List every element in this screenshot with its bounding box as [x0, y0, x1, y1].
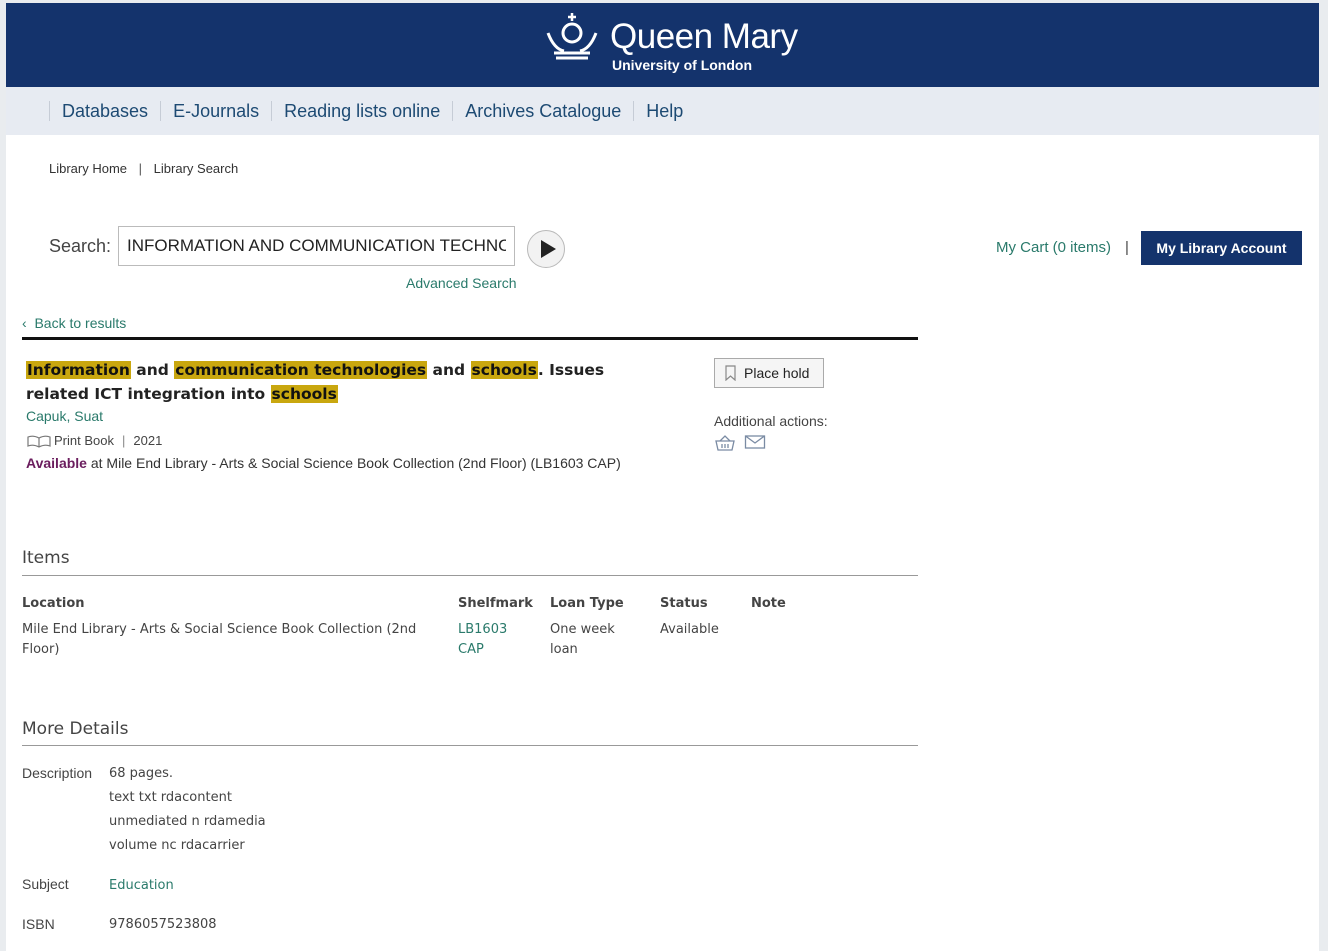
basket-icon[interactable] — [714, 434, 736, 452]
item-location: Mile End Library - Arts & Social Science… — [22, 622, 417, 657]
main-nav: Databases E-Journals Reading lists onlin… — [6, 87, 1319, 135]
search-go-button[interactable] — [527, 230, 565, 268]
search-label: Search: — [49, 236, 112, 256]
items-rule — [22, 575, 918, 576]
email-icon[interactable] — [744, 434, 766, 450]
breadcrumb-library-home[interactable]: Library Home — [49, 161, 127, 176]
column-header-status: Status — [660, 596, 708, 611]
open-book-icon — [27, 435, 51, 448]
title-text: and — [130, 361, 175, 379]
availability-status: Available — [26, 455, 87, 471]
availability-location: at Mile End Library - Arts & Social Scie… — [86, 455, 621, 471]
more-details-rule — [22, 745, 918, 746]
description-line: unmediated n rdamedia — [109, 814, 266, 829]
brand-name[interactable]: Queen Mary — [610, 17, 798, 57]
nav-item-archives-catalogue[interactable]: Archives Catalogue — [452, 101, 633, 121]
column-header-location: Location — [22, 596, 85, 611]
account-separator: | — [1125, 239, 1129, 256]
nav-item-databases[interactable]: Databases — [49, 101, 160, 121]
item-status: Available — [660, 622, 719, 637]
my-cart-link[interactable]: My Cart (0 items) — [996, 239, 1111, 256]
description-line: volume nc rdacarrier — [109, 838, 245, 853]
record-title[interactable]: Information and communication technologi… — [26, 358, 666, 406]
bookmark-icon — [725, 365, 736, 381]
title-highlight: communication technologies — [174, 361, 428, 379]
back-to-results-label: Back to results — [34, 315, 127, 331]
format-separator: | — [121, 433, 126, 448]
description-label: Description — [22, 765, 93, 781]
publication-year: 2021 — [133, 433, 163, 448]
column-header-shelfmark: Shelfmark — [458, 596, 533, 611]
nav-item-e-journals[interactable]: E-Journals — [160, 101, 271, 121]
availability-line: Available at Mile End Library - Arts & S… — [26, 455, 621, 471]
title-text: and — [427, 361, 471, 379]
record-format: Print Book | 2021 — [26, 433, 162, 448]
more-details-heading: More Details — [22, 719, 129, 739]
description-line: text txt rdacontent — [109, 790, 232, 805]
title-highlight: schools — [470, 361, 538, 379]
nav-item-reading-lists[interactable]: Reading lists online — [271, 101, 452, 121]
additional-actions-label: Additional actions: — [714, 413, 828, 429]
place-hold-button[interactable]: Place hold — [714, 358, 824, 388]
nav-item-help[interactable]: Help — [633, 101, 695, 121]
description-line: 68 pages. — [109, 766, 174, 781]
item-shelfmark-link[interactable]: LB1603 CAP — [458, 620, 518, 660]
search-input[interactable] — [118, 226, 515, 266]
crown-logo-icon — [546, 13, 598, 60]
advanced-search-link[interactable]: Advanced Search — [406, 275, 517, 291]
my-library-account-button[interactable]: My Library Account — [1141, 231, 1302, 265]
brand-subtitle: University of London — [612, 57, 752, 73]
item-loan-type: One week loan — [550, 622, 615, 657]
title-highlight: Information — [26, 361, 131, 379]
column-header-note: Note — [751, 596, 786, 611]
page-frame: Queen Mary University of London Database… — [6, 3, 1319, 951]
chevron-left-icon: ‹ — [22, 315, 27, 331]
subject-link[interactable]: Education — [109, 878, 174, 893]
isbn-label: ISBN — [22, 916, 55, 932]
title-highlight: schools — [270, 385, 338, 403]
breadcrumb: Library Home | Library Search — [49, 161, 238, 176]
additional-actions-icons — [714, 434, 766, 452]
subject-label: Subject — [22, 876, 69, 892]
result-divider — [22, 337, 918, 340]
site-header: Queen Mary University of London — [6, 3, 1319, 87]
record-author[interactable]: Capuk, Suat — [26, 408, 103, 424]
breadcrumb-separator: | — [138, 161, 143, 176]
isbn-value: 9786057523808 — [109, 917, 217, 932]
breadcrumb-library-search[interactable]: Library Search — [154, 161, 239, 176]
back-to-results-link[interactable]: ‹ Back to results — [22, 315, 126, 331]
column-header-loan-type: Loan Type — [550, 596, 624, 611]
items-heading: Items — [22, 548, 70, 568]
format-label: Print Book — [54, 433, 114, 448]
place-hold-label: Place hold — [744, 365, 810, 381]
